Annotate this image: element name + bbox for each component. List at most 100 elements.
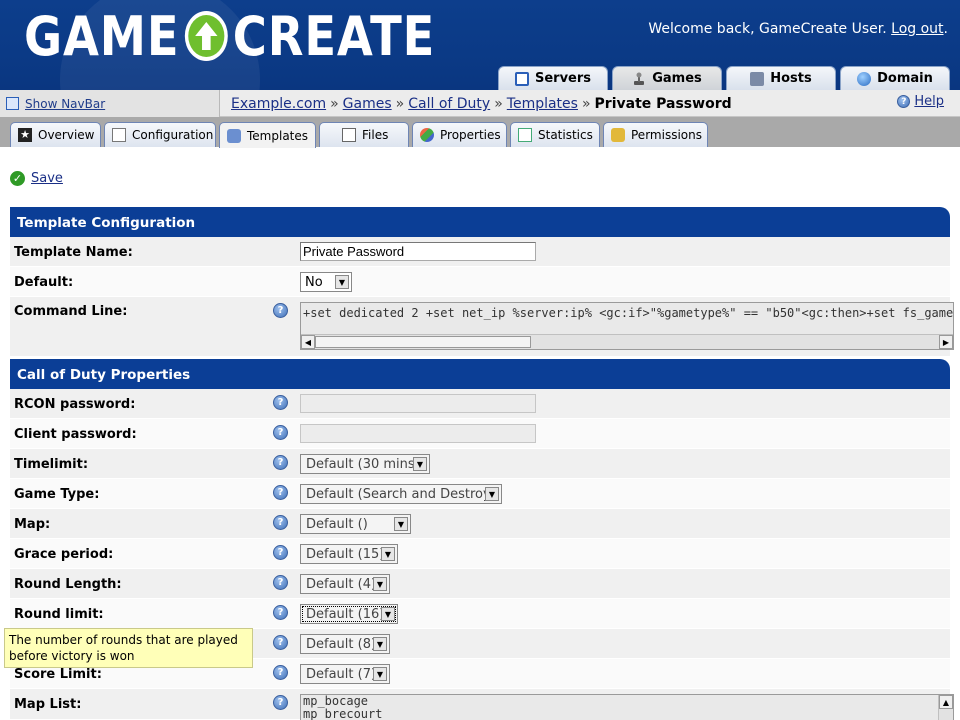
edit-icon (112, 128, 126, 142)
chevron-down-icon: ▼ (413, 457, 427, 471)
help-icon[interactable]: ? (273, 575, 288, 590)
breadcrumb-games[interactable]: Games (343, 96, 392, 112)
section-cod-properties: Call of Duty Properties (10, 359, 950, 389)
subtab-overview-label: Overview (38, 128, 95, 142)
subtab-properties[interactable]: Properties (412, 122, 507, 147)
subtab-permissions-label: Permissions (631, 128, 702, 142)
subtab-files[interactable]: Files (319, 122, 409, 147)
row-default: Default: No ▼ (10, 267, 950, 297)
breadcrumb-templates[interactable]: Templates (507, 96, 578, 112)
chevron-down-icon: ▼ (373, 667, 387, 681)
score-limit-label: Score Limit: (14, 667, 102, 682)
row-client-password: Client password: ? (10, 419, 950, 449)
game-type-select[interactable]: Default (Search and Destroy) ▼ (300, 484, 502, 504)
main-tabs: Servers Games Hosts Domain (498, 66, 950, 90)
round-length-label: Round Length: (14, 577, 122, 592)
help-icon[interactable]: ? (273, 425, 288, 440)
map-list-label: Map List: (14, 697, 82, 712)
servers-icon (514, 71, 529, 86)
grace-period-select[interactable]: Default (15) ▼ (300, 544, 398, 564)
row-map-list: Map List: ? mp_bocage mp_brecourt ▲ (10, 689, 954, 720)
breadcrumb: Example.com» Games» Call of Duty» Templates… (231, 96, 732, 112)
scroll-left-icon[interactable]: ◀ (301, 335, 315, 349)
scroll-up-icon[interactable]: ▲ (939, 695, 953, 709)
logout-link[interactable]: Log out (891, 21, 943, 37)
round-length-select[interactable]: Default (4) ▼ (300, 574, 390, 594)
subtab-configuration[interactable]: Configuration (104, 122, 216, 147)
help-icon[interactable]: ? (273, 605, 288, 620)
command-line-textarea[interactable]: +set dedicated 2 +set net_ip %server:ip%… (300, 302, 954, 350)
chevron-down-icon: ▼ (373, 577, 387, 591)
game-type-select-value: Default (Search and Destroy) (306, 486, 496, 502)
map-select-value: Default () (306, 516, 368, 532)
row-timelimit: Timelimit: ? Default (30 mins) ▼ (10, 449, 950, 479)
chevron-down-icon: ▼ (485, 487, 499, 501)
lock-icon (611, 128, 625, 142)
hidden-row-select[interactable]: Default (8) ▼ (300, 634, 390, 654)
help-icon[interactable]: ? (273, 665, 288, 680)
client-password-label: Client password: (14, 427, 137, 442)
map-select[interactable]: Default () ▼ (300, 514, 411, 534)
puzzle-icon (227, 128, 241, 143)
help-icon[interactable]: ? (273, 545, 288, 560)
template-name-input[interactable] (300, 242, 536, 261)
subtab-templates[interactable]: Templates (219, 122, 316, 148)
row-game-type: Game Type: ? Default (Search and Destroy… (10, 479, 950, 509)
help-icon[interactable]: ? (273, 303, 288, 318)
section-template-configuration: Template Configuration (10, 207, 950, 237)
help-icon[interactable]: ? (273, 635, 288, 650)
gamecreate-logo[interactable]: GAME CREATE (24, 5, 435, 68)
breadcrumb-example[interactable]: Example.com (231, 96, 326, 112)
tab-games[interactable]: Games (612, 66, 722, 90)
tooltip: The number of rounds that are played bef… (4, 628, 253, 668)
breadcrumb-separator: » (494, 96, 503, 112)
round-limit-select[interactable]: Default (16) ▼ (300, 604, 398, 624)
subtab-configuration-label: Configuration (132, 128, 214, 142)
subtab-overview[interactable]: ★ Overview (10, 122, 101, 147)
breadcrumb-call-of-duty[interactable]: Call of Duty (408, 96, 490, 112)
subtab-permissions[interactable]: Permissions (603, 122, 708, 147)
scrollbar-thumb[interactable] (315, 336, 531, 348)
tab-domain[interactable]: Domain (840, 66, 950, 90)
round-limit-select-value: Default (16) (306, 606, 385, 622)
subtab-bar: ★ Overview Configuration Templates Files… (0, 117, 960, 148)
hosts-icon (750, 71, 765, 86)
navbar-icon (6, 97, 19, 110)
rcon-password-input[interactable] (300, 394, 536, 413)
list-item[interactable]: mp_bocage (301, 695, 953, 708)
help-icon[interactable]: ? (273, 515, 288, 530)
show-navbar-link[interactable]: Show NavBar (25, 97, 105, 111)
list-item[interactable]: mp_brecourt (301, 708, 953, 720)
default-select[interactable]: No ▼ (300, 272, 352, 292)
map-list-box[interactable]: mp_bocage mp_brecourt ▲ (300, 694, 954, 720)
subtab-statistics[interactable]: Statistics (510, 122, 600, 147)
breadcrumb-separator: » (581, 96, 591, 112)
save-link[interactable]: Save (31, 171, 63, 186)
horizontal-scrollbar[interactable]: ◀ ▶ (301, 334, 953, 349)
help[interactable]: ? Help (897, 94, 944, 109)
timelimit-select[interactable]: Default (30 mins) ▼ (300, 454, 430, 474)
chevron-down-icon: ▼ (394, 517, 408, 531)
welcome-text: Welcome back, GameCreate User. (648, 21, 887, 37)
help-icon[interactable]: ? (273, 485, 288, 500)
client-password-input[interactable] (300, 424, 536, 443)
help-icon[interactable]: ? (273, 455, 288, 470)
row-round-limit: Round limit: ? Default (16) ▼ (10, 599, 950, 629)
logout-suffix: . (943, 21, 948, 37)
tab-servers[interactable]: Servers (498, 66, 608, 90)
save-action[interactable]: ✓ Save (10, 171, 63, 186)
hidden-row-select-value: Default (8) (306, 636, 377, 652)
help-icon[interactable]: ? (273, 395, 288, 410)
help-icon[interactable]: ? (273, 695, 288, 710)
show-navbar[interactable]: Show NavBar (0, 90, 220, 117)
help-link[interactable]: Help (914, 94, 944, 109)
tab-hosts[interactable]: Hosts (726, 66, 836, 90)
row-command-line: Command Line: ? +set dedicated 2 +set ne… (10, 297, 954, 357)
score-limit-select-value: Default (7) (306, 666, 377, 682)
chevron-down-icon: ▼ (373, 637, 387, 651)
subtab-properties-label: Properties (440, 128, 501, 142)
welcome-message: Welcome back, GameCreate User. Log out. (648, 21, 948, 37)
score-limit-select[interactable]: Default (7) ▼ (300, 664, 390, 684)
scroll-right-icon[interactable]: ▶ (939, 335, 953, 349)
vertical-scrollbar[interactable]: ▲ (938, 695, 953, 720)
